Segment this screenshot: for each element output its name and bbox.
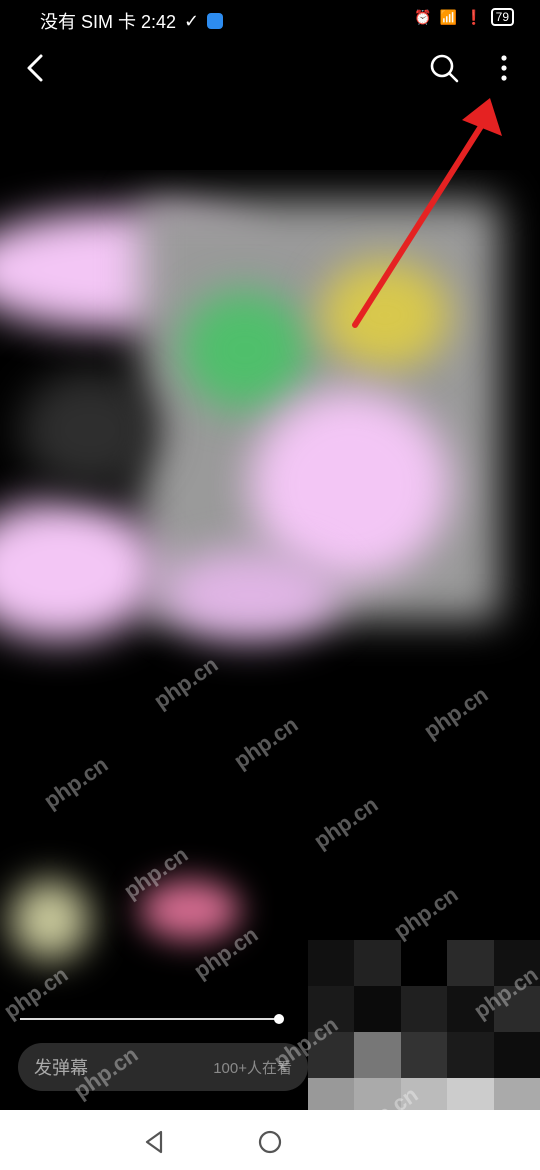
- triangle-back-icon: [145, 1130, 163, 1154]
- progress-knob[interactable]: [274, 1014, 284, 1024]
- nav-back-button[interactable]: [136, 1124, 172, 1160]
- annotation-arrow: [352, 98, 502, 328]
- alarm-icon: ⏰: [414, 8, 432, 25]
- status-right: ⏰ 📶 ❗ 79: [414, 8, 514, 26]
- navigation-bar: [0, 1110, 540, 1170]
- watermark-text: php.cn: [389, 881, 463, 944]
- video-blob: [160, 550, 340, 640]
- wifi-icon: 📶: [439, 8, 458, 25]
- video-blob: [10, 880, 90, 960]
- chevron-left-icon: [27, 54, 43, 82]
- watermark-text: php.cn: [229, 711, 303, 774]
- watermark-text: php.cn: [0, 961, 73, 1024]
- app-icon: [207, 13, 224, 29]
- back-button[interactable]: [16, 48, 56, 88]
- watermark-text: php.cn: [39, 751, 113, 814]
- danmaku-input[interactable]: 发弹幕 100+人在看: [18, 1043, 308, 1091]
- video-blob: [250, 390, 450, 580]
- more-vertical-icon: [501, 55, 507, 81]
- nav-home-button[interactable]: [252, 1124, 288, 1160]
- video-blob: [180, 290, 310, 410]
- circle-home-icon: [258, 1130, 282, 1154]
- status-left: 没有 SIM 卡 2:42 ✓: [40, 8, 224, 34]
- signal-icon: ✓: [184, 10, 200, 31]
- progress-bar[interactable]: [20, 1018, 282, 1020]
- battery-indicator: 79: [490, 8, 514, 26]
- video-blob: [0, 500, 160, 640]
- status-bar: 没有 SIM 卡 2:42 ✓ ⏰ 📶 ❗ 79: [0, 0, 540, 40]
- alert-icon: ❗: [465, 8, 483, 25]
- watermark-text: php.cn: [309, 791, 383, 854]
- video-blob: [20, 370, 160, 490]
- search-icon: [430, 54, 459, 83]
- carrier-time: 没有 SIM 卡 2:42: [40, 12, 177, 32]
